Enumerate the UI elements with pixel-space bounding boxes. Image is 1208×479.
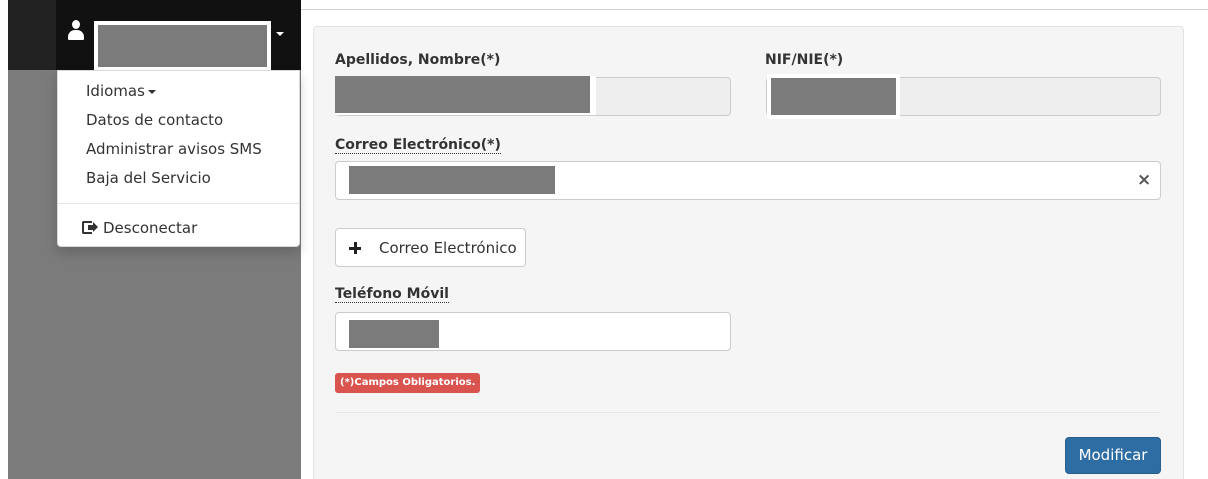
logout-label: Desconectar	[103, 219, 198, 237]
email-redacted	[349, 166, 555, 194]
menu-item-avisos-sms[interactable]: Administrar avisos SMS	[86, 140, 262, 158]
telefono-label-text: Teléfono Móvil	[335, 286, 449, 303]
caret-down-icon	[147, 89, 156, 94]
clear-email-button[interactable]: ×	[1125, 161, 1161, 200]
user-icon	[68, 20, 84, 42]
email-label: Correo Electrónico(*)	[335, 137, 501, 154]
nif-redacted	[767, 74, 900, 119]
logout-menu-item[interactable]: Desconectar	[82, 219, 197, 237]
nombre-redacted	[335, 76, 596, 115]
user-dropdown-menu: Idiomas Datos de contacto Administrar av…	[57, 70, 300, 247]
email-label-text: Correo Electrónico(*)	[335, 137, 501, 154]
plus-icon	[349, 242, 361, 254]
page: Idiomas Datos de contacto Administrar av…	[0, 0, 1208, 479]
user-name-redacted[interactable]	[94, 21, 271, 71]
header-divider	[301, 9, 1208, 10]
menu-item-datos-contacto[interactable]: Datos de contacto	[86, 111, 223, 129]
telefono-label: Teléfono Móvil	[335, 286, 449, 303]
menu-item-baja-servicio[interactable]: Baja del Servicio	[86, 169, 211, 187]
sign-out-icon	[82, 221, 98, 234]
nif-label: NIF/NIE(*)	[765, 52, 844, 68]
close-icon: ×	[1137, 170, 1152, 190]
menu-divider	[58, 203, 299, 204]
nombre-label: Apellidos, Nombre(*)	[335, 52, 501, 68]
add-email-label: Correo Electrónico	[379, 239, 517, 257]
menu-item-idiomas[interactable]: Idiomas	[86, 82, 156, 100]
add-email-button[interactable]: Correo Electrónico	[335, 228, 526, 267]
navbar-left-block	[8, 0, 56, 70]
telefono-redacted	[349, 320, 443, 348]
caret-down-icon[interactable]	[276, 32, 284, 36]
form-divider	[335, 412, 1161, 413]
required-fields-badge: (*)Campos Obligatorios.	[335, 373, 481, 393]
menu-item-label: Idiomas	[86, 82, 145, 100]
modificar-button[interactable]: Modificar	[1065, 437, 1161, 474]
